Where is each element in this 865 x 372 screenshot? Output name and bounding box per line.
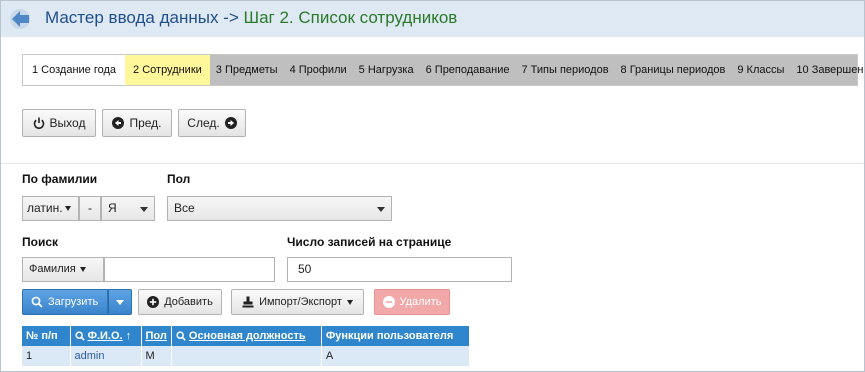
divider [1, 163, 864, 164]
prev-button[interactable]: Пред. [102, 109, 172, 137]
load-options-button[interactable] [108, 289, 132, 315]
col-name[interactable]: Ф.И.О. ↑ [70, 326, 142, 346]
search-field-value: Фамилия [29, 263, 76, 275]
wizard-steps: 1 Создание года 2 Сотрудники 3 Предметы … [22, 54, 864, 86]
minus-circle-icon [382, 296, 395, 308]
add-label: Добавить [164, 296, 213, 308]
step-5[interactable]: 5 Нагрузка [353, 55, 420, 85]
title-step: Шаг 2. Список сотрудников [243, 8, 458, 27]
step-1[interactable]: 1 Создание года [23, 55, 126, 85]
col-functions: Функции пользователя [321, 326, 470, 346]
search-icon [31, 296, 43, 308]
sort-asc-icon[interactable]: ↑ [126, 330, 132, 342]
employee-name-link[interactable]: admin [75, 350, 105, 362]
search-icon[interactable] [176, 331, 186, 341]
search-input[interactable] [104, 257, 275, 282]
step-6[interactable]: 6 Преподавание [420, 55, 516, 85]
search-label: Поиск [22, 235, 59, 249]
plus-circle-icon [147, 296, 160, 308]
import-export-button[interactable]: Импорт/Экспорт [231, 289, 364, 315]
surname-filter-label: По фамилии [22, 172, 98, 186]
table-header-row: № п/п Ф.И.О. ↑ Пол Основная должность Фу… [22, 326, 470, 346]
delete-button[interactable]: Удалить [374, 289, 450, 315]
page-header: Мастер ввода данных -> Шаг 2. Список сот… [1, 1, 864, 37]
col-gender-label[interactable]: Пол [146, 330, 167, 342]
arrow-left-circle-icon [112, 117, 125, 129]
search-field-dropdown[interactable]: Фамилия [22, 257, 104, 282]
alphabet-value: латин. [27, 201, 63, 215]
letter-select[interactable]: Я [101, 196, 155, 221]
import-export-label: Импорт/Экспорт [259, 296, 342, 308]
step-7[interactable]: 7 Типы периодов [515, 55, 614, 85]
col-name-label[interactable]: Ф.И.О. [88, 330, 123, 342]
step-8[interactable]: 8 Границы периодов [615, 55, 732, 85]
search-icon[interactable] [74, 331, 85, 341]
exit-label: Выход [49, 116, 86, 130]
load-label: Загрузить [48, 296, 99, 308]
range-separator: - [79, 196, 101, 221]
arrow-right-circle-icon [224, 117, 237, 129]
col-gender[interactable]: Пол [141, 326, 172, 346]
col-position[interactable]: Основная должность [171, 326, 322, 346]
wizard-window: Мастер ввода данных -> Шаг 2. Список сот… [0, 0, 865, 372]
prev-label: Пред. [129, 116, 162, 130]
add-button[interactable]: Добавить [138, 289, 222, 315]
step-2[interactable]: 2 Сотрудники [125, 55, 210, 85]
gender-filter-label: Пол [167, 172, 191, 186]
employees-table: № п/п Ф.И.О. ↑ Пол Основная должность Фу… [22, 326, 470, 366]
gender-select[interactable]: Все [167, 196, 392, 221]
cell-name[interactable]: admin [70, 346, 142, 366]
delete-label: Удалить [399, 296, 442, 308]
cell-position [171, 346, 322, 366]
cell-gender: М [141, 346, 172, 366]
table-row[interactable]: 1 admin М A [22, 346, 470, 366]
page-size-input[interactable]: 50 [287, 257, 512, 282]
exit-button[interactable]: Выход [22, 109, 96, 137]
gender-value: Все [174, 201, 195, 215]
caret-down-icon [64, 206, 71, 212]
wizard-steps-area: 1 Создание года 2 Сотрудники 3 Предметы … [1, 38, 864, 101]
cell-functions: A [321, 346, 470, 366]
power-icon [33, 117, 45, 129]
next-label: След. [187, 116, 220, 130]
caret-down-icon [377, 207, 385, 212]
col-functions-label: Функции пользователя [325, 330, 454, 342]
step-10[interactable]: 10 Завершение [790, 55, 864, 85]
step-3[interactable]: 3 Предметы [210, 55, 284, 85]
caret-down-icon [346, 299, 353, 305]
caret-down-icon [79, 266, 86, 272]
col-number: № п/п [22, 326, 71, 346]
alphabet-dropdown[interactable]: латин. [22, 196, 79, 221]
letter-value: Я [108, 201, 117, 215]
title-prefix: Мастер ввода данных -> [45, 8, 244, 27]
stamp-icon [242, 296, 254, 308]
step-9[interactable]: 9 Классы [731, 55, 790, 85]
page-size-label: Число записей на странице [287, 235, 452, 249]
col-position-label[interactable]: Основная должность [189, 330, 306, 342]
page-title: Мастер ввода данных -> Шаг 2. Список сот… [45, 8, 457, 28]
cell-number: 1 [22, 346, 71, 366]
load-button[interactable]: Загрузить [22, 289, 108, 315]
caret-down-icon [140, 207, 148, 212]
col-number-label: № п/п [26, 330, 58, 342]
step-4[interactable]: 4 Профили [284, 55, 353, 85]
back-arrow-icon[interactable] [9, 8, 33, 30]
caret-down-icon [116, 299, 124, 305]
next-button[interactable]: След. [178, 109, 246, 137]
